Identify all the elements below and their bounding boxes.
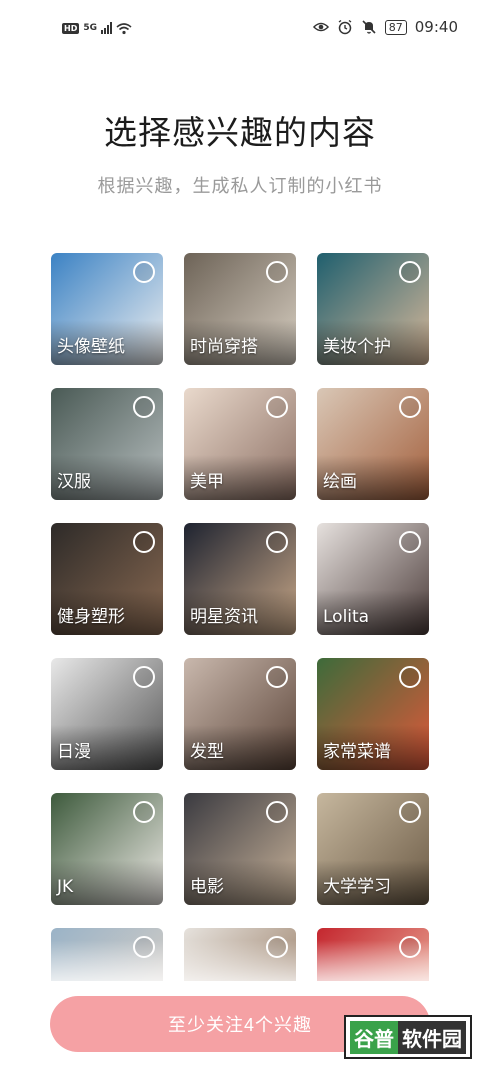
alarm-icon: [337, 19, 353, 35]
select-circle-icon[interactable]: [266, 261, 288, 283]
interest-card[interactable]: 美甲: [184, 388, 296, 500]
select-circle-icon[interactable]: [266, 801, 288, 823]
interest-label: JK: [57, 877, 74, 897]
interest-card[interactable]: JK: [51, 793, 163, 905]
interest-label: 美妆个护: [323, 337, 391, 357]
status-left: HD 5G: [62, 20, 132, 36]
status-right: 87 09:40: [312, 18, 458, 36]
interest-card[interactable]: 大学学习: [317, 793, 429, 905]
select-circle-icon[interactable]: [399, 801, 421, 823]
interest-card[interactable]: Lolita: [317, 523, 429, 635]
interest-grid: 头像壁纸 时尚穿搭 美妆个护汉服 美甲 绘画健身塑形 明星资讯 Lolita 日漫 发型 家常菜谱…: [51, 253, 430, 981]
status-bar: HD 5G 87 09:40: [0, 0, 480, 60]
site-watermark: 谷普 软件园: [344, 1015, 472, 1059]
interest-label: 头像壁纸: [57, 337, 125, 357]
select-circle-icon[interactable]: [399, 261, 421, 283]
interest-label: 电影: [190, 877, 224, 897]
interest-label: 美甲: [190, 472, 224, 492]
interest-label: 日漫: [57, 742, 91, 762]
interest-card[interactable]: 家常菜谱: [317, 658, 429, 770]
interest-card[interactable]: 美妆个护: [317, 253, 429, 365]
interest-label: 汉服: [57, 472, 91, 492]
mute-bell-icon: [361, 19, 377, 35]
eye-icon: [312, 19, 329, 35]
clock: 09:40: [414, 18, 458, 36]
battery-indicator: 87: [384, 19, 407, 35]
network-type: 5G: [83, 23, 97, 33]
page-title: 选择感兴趣的内容: [104, 113, 376, 152]
interest-label: 健身塑形: [57, 607, 125, 627]
interest-label: 时尚穿搭: [190, 337, 258, 357]
select-circle-icon[interactable]: [133, 801, 155, 823]
interest-label: 家常菜谱: [323, 742, 391, 762]
interest-label: Lolita: [323, 607, 370, 627]
select-circle-icon[interactable]: [266, 666, 288, 688]
interest-label: 绘画: [323, 472, 357, 492]
interest-card[interactable]: 明星资讯: [184, 523, 296, 635]
interest-card[interactable]: 发型: [184, 658, 296, 770]
interest-label: 大学学习: [323, 877, 391, 897]
interest-label: 发型: [190, 742, 224, 762]
watermark-part1: 谷普: [350, 1020, 398, 1054]
interest-card[interactable]: 日漫: [51, 658, 163, 770]
hd-badge: HD: [62, 22, 80, 34]
select-circle-icon[interactable]: [133, 261, 155, 283]
wifi-icon: [116, 20, 132, 36]
page-subtitle: 根据兴趣，生成私人订制的小红书: [97, 176, 383, 197]
interest-card[interactable]: 时尚穿搭: [184, 253, 296, 365]
interest-card[interactable]: 头像壁纸: [51, 253, 163, 365]
select-circle-icon[interactable]: [266, 531, 288, 553]
select-circle-icon[interactable]: [133, 396, 155, 418]
interest-label: 明星资讯: [190, 607, 258, 627]
select-circle-icon[interactable]: [399, 666, 421, 688]
select-circle-icon[interactable]: [133, 531, 155, 553]
signal-icon: [101, 22, 112, 34]
watermark-part2: 软件园: [398, 1020, 466, 1054]
bottom-fade: [0, 940, 480, 995]
interest-card[interactable]: 健身塑形: [51, 523, 163, 635]
select-circle-icon[interactable]: [133, 666, 155, 688]
interest-card[interactable]: 汉服: [51, 388, 163, 500]
select-circle-icon[interactable]: [266, 396, 288, 418]
interest-card[interactable]: 绘画: [317, 388, 429, 500]
interest-card[interactable]: 电影: [184, 793, 296, 905]
select-circle-icon[interactable]: [399, 531, 421, 553]
select-circle-icon[interactable]: [399, 396, 421, 418]
